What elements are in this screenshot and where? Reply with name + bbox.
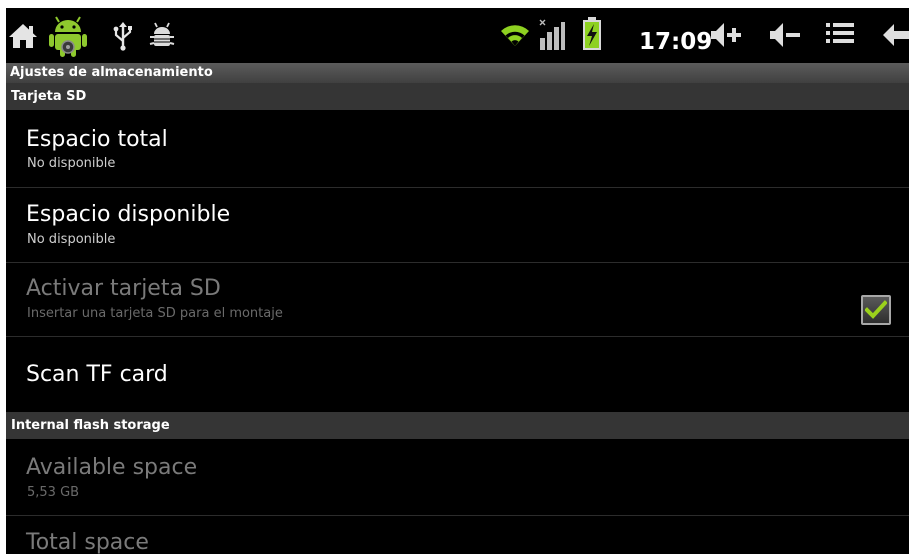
- volume-down-icon[interactable]: [768, 20, 802, 50]
- pref-available-space[interactable]: Espacio disponible No disponible: [6, 188, 909, 263]
- screen-title: Ajustes de almacenamiento: [6, 63, 909, 83]
- usb-icon: [112, 21, 134, 51]
- status-time: 17:09: [639, 29, 713, 55]
- scan-tf-card-checkbox[interactable]: [861, 295, 891, 325]
- section-header-sd-card: Tarjeta SD: [6, 83, 909, 110]
- home-icon[interactable]: [6, 19, 40, 51]
- pref-total-space[interactable]: Espacio total No disponible: [6, 110, 909, 188]
- pref-summary: 5,53 GB: [27, 485, 80, 500]
- checkmark-icon: [865, 300, 887, 319]
- settings-content: Ajustes de almacenamiento Tarjeta SD Esp…: [6, 63, 909, 554]
- back-icon[interactable]: [881, 21, 909, 49]
- pref-summary: No disponible: [27, 156, 116, 171]
- pref-mount-sd-card: Activar tarjeta SD Insertar una tarjeta …: [6, 263, 909, 337]
- volume-up-icon[interactable]: [709, 20, 743, 50]
- pref-title: Scan TF card: [26, 362, 168, 387]
- signal-icon: [537, 19, 567, 51]
- status-bar: 17:09: [6, 8, 909, 63]
- battery-charging-icon: [580, 16, 604, 52]
- pref-title: Activar tarjeta SD: [26, 276, 221, 301]
- section-header-internal-storage: Internal flash storage: [6, 412, 909, 439]
- pref-title: Espacio disponible: [26, 202, 231, 227]
- android-robot-icon: [46, 13, 90, 59]
- pref-title: Espacio total: [26, 127, 168, 152]
- pref-internal-total-space: Total space: [6, 516, 909, 554]
- pref-summary: Insertar una tarjeta SD para el montaje: [27, 306, 283, 321]
- pref-scan-tf-card[interactable]: Scan TF card: [6, 337, 909, 412]
- pref-summary: No disponible: [27, 232, 116, 247]
- debug-icon: [148, 21, 176, 51]
- device-screen: 17:09 Ajustes de almacenamiento Tarjeta …: [0, 0, 909, 554]
- menu-icon[interactable]: [824, 21, 856, 49]
- wifi-icon: [498, 21, 532, 49]
- pref-internal-available-space: Available space 5,53 GB: [6, 439, 909, 516]
- pref-title: Available space: [26, 455, 198, 480]
- pref-title: Total space: [26, 530, 149, 554]
